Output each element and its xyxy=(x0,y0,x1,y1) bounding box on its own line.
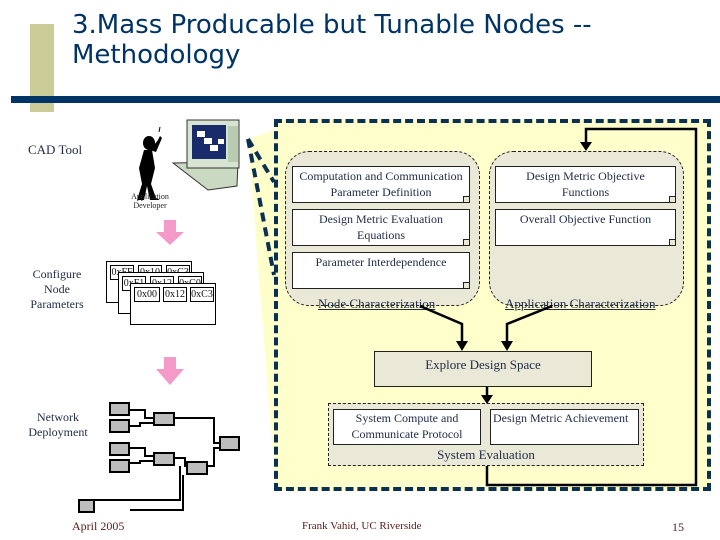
footer-author: Frank Vahid, UC Riverside xyxy=(302,520,422,532)
page-number: 15 xyxy=(672,520,684,534)
arrowhead xyxy=(501,341,513,351)
footer-date: April 2005 xyxy=(72,519,125,533)
flow-arrows xyxy=(419,127,698,487)
arrowhead xyxy=(580,142,592,151)
arrowhead xyxy=(456,341,468,351)
arrow-node-to-explore xyxy=(419,304,464,342)
arrowhead xyxy=(481,395,493,404)
feedback-loop xyxy=(485,127,698,487)
arrow-app-to-explore xyxy=(505,304,553,342)
